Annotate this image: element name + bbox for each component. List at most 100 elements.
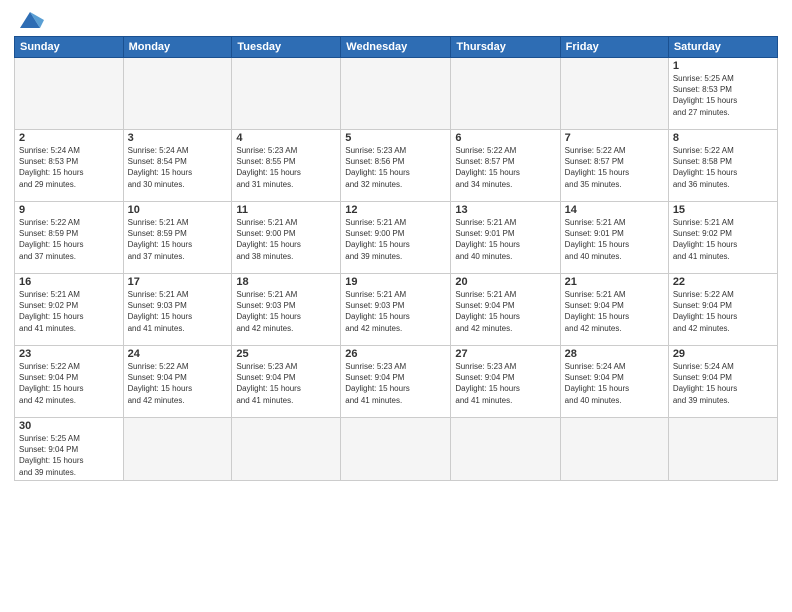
day-info: Sunrise: 5:23 AM Sunset: 8:56 PM Dayligh… (345, 145, 446, 190)
calendar-cell (451, 58, 560, 130)
header (14, 10, 778, 30)
day-info: Sunrise: 5:23 AM Sunset: 8:55 PM Dayligh… (236, 145, 336, 190)
calendar-cell: 10Sunrise: 5:21 AM Sunset: 8:59 PM Dayli… (123, 202, 232, 274)
calendar-page: SundayMondayTuesdayWednesdayThursdayFrid… (0, 0, 792, 612)
day-info: Sunrise: 5:25 AM Sunset: 8:53 PM Dayligh… (673, 73, 773, 118)
day-number: 1 (673, 60, 773, 72)
day-number: 27 (455, 348, 555, 360)
calendar-cell: 13Sunrise: 5:21 AM Sunset: 9:01 PM Dayli… (451, 202, 560, 274)
weekday-header-saturday: Saturday (668, 37, 777, 58)
day-info: Sunrise: 5:22 AM Sunset: 8:58 PM Dayligh… (673, 145, 773, 190)
calendar-cell (560, 58, 668, 130)
day-number: 7 (565, 132, 664, 144)
day-number: 2 (19, 132, 119, 144)
calendar-cell: 9Sunrise: 5:22 AM Sunset: 8:59 PM Daylig… (15, 202, 124, 274)
day-info: Sunrise: 5:21 AM Sunset: 9:03 PM Dayligh… (345, 289, 446, 334)
calendar-cell: 19Sunrise: 5:21 AM Sunset: 9:03 PM Dayli… (341, 274, 451, 346)
logo (14, 10, 44, 30)
day-number: 28 (565, 348, 664, 360)
weekday-header-wednesday: Wednesday (341, 37, 451, 58)
calendar-cell: 21Sunrise: 5:21 AM Sunset: 9:04 PM Dayli… (560, 274, 668, 346)
calendar-cell: 30Sunrise: 5:25 AM Sunset: 9:04 PM Dayli… (15, 418, 124, 481)
calendar-cell: 15Sunrise: 5:21 AM Sunset: 9:02 PM Dayli… (668, 202, 777, 274)
day-number: 15 (673, 204, 773, 216)
day-info: Sunrise: 5:24 AM Sunset: 9:04 PM Dayligh… (673, 361, 773, 406)
day-number: 30 (19, 420, 119, 432)
calendar-cell: 8Sunrise: 5:22 AM Sunset: 8:58 PM Daylig… (668, 130, 777, 202)
day-info: Sunrise: 5:21 AM Sunset: 9:03 PM Dayligh… (236, 289, 336, 334)
calendar-cell (451, 418, 560, 481)
day-number: 29 (673, 348, 773, 360)
calendar-cell (232, 418, 341, 481)
day-info: Sunrise: 5:22 AM Sunset: 8:57 PM Dayligh… (565, 145, 664, 190)
day-info: Sunrise: 5:24 AM Sunset: 9:04 PM Dayligh… (565, 361, 664, 406)
calendar-cell: 11Sunrise: 5:21 AM Sunset: 9:00 PM Dayli… (232, 202, 341, 274)
calendar-cell: 2Sunrise: 5:24 AM Sunset: 8:53 PM Daylig… (15, 130, 124, 202)
calendar-cell: 6Sunrise: 5:22 AM Sunset: 8:57 PM Daylig… (451, 130, 560, 202)
day-info: Sunrise: 5:23 AM Sunset: 9:04 PM Dayligh… (455, 361, 555, 406)
calendar-cell (15, 58, 124, 130)
logo-icon (16, 10, 44, 30)
day-info: Sunrise: 5:22 AM Sunset: 8:59 PM Dayligh… (19, 217, 119, 262)
day-info: Sunrise: 5:21 AM Sunset: 9:03 PM Dayligh… (128, 289, 228, 334)
calendar-cell: 22Sunrise: 5:22 AM Sunset: 9:04 PM Dayli… (668, 274, 777, 346)
day-info: Sunrise: 5:25 AM Sunset: 9:04 PM Dayligh… (19, 433, 119, 478)
calendar-cell: 27Sunrise: 5:23 AM Sunset: 9:04 PM Dayli… (451, 346, 560, 418)
day-number: 24 (128, 348, 228, 360)
day-info: Sunrise: 5:21 AM Sunset: 9:00 PM Dayligh… (236, 217, 336, 262)
day-info: Sunrise: 5:21 AM Sunset: 9:04 PM Dayligh… (565, 289, 664, 334)
week-row-3: 9Sunrise: 5:22 AM Sunset: 8:59 PM Daylig… (15, 202, 778, 274)
weekday-header-thursday: Thursday (451, 37, 560, 58)
day-info: Sunrise: 5:21 AM Sunset: 9:01 PM Dayligh… (565, 217, 664, 262)
calendar-table: SundayMondayTuesdayWednesdayThursdayFrid… (14, 36, 778, 481)
calendar-cell: 1Sunrise: 5:25 AM Sunset: 8:53 PM Daylig… (668, 58, 777, 130)
day-info: Sunrise: 5:21 AM Sunset: 9:00 PM Dayligh… (345, 217, 446, 262)
day-number: 25 (236, 348, 336, 360)
calendar-cell: 16Sunrise: 5:21 AM Sunset: 9:02 PM Dayli… (15, 274, 124, 346)
day-info: Sunrise: 5:23 AM Sunset: 9:04 PM Dayligh… (345, 361, 446, 406)
calendar-cell: 26Sunrise: 5:23 AM Sunset: 9:04 PM Dayli… (341, 346, 451, 418)
day-number: 5 (345, 132, 446, 144)
calendar-cell: 25Sunrise: 5:23 AM Sunset: 9:04 PM Dayli… (232, 346, 341, 418)
calendar-cell: 29Sunrise: 5:24 AM Sunset: 9:04 PM Dayli… (668, 346, 777, 418)
weekday-header-sunday: Sunday (15, 37, 124, 58)
day-number: 13 (455, 204, 555, 216)
day-info: Sunrise: 5:22 AM Sunset: 8:57 PM Dayligh… (455, 145, 555, 190)
day-info: Sunrise: 5:21 AM Sunset: 9:02 PM Dayligh… (673, 217, 773, 262)
week-row-6: 30Sunrise: 5:25 AM Sunset: 9:04 PM Dayli… (15, 418, 778, 481)
calendar-cell (341, 58, 451, 130)
day-number: 18 (236, 276, 336, 288)
day-number: 19 (345, 276, 446, 288)
day-number: 22 (673, 276, 773, 288)
day-info: Sunrise: 5:21 AM Sunset: 9:04 PM Dayligh… (455, 289, 555, 334)
day-number: 3 (128, 132, 228, 144)
day-info: Sunrise: 5:21 AM Sunset: 9:01 PM Dayligh… (455, 217, 555, 262)
day-number: 23 (19, 348, 119, 360)
day-number: 20 (455, 276, 555, 288)
day-number: 6 (455, 132, 555, 144)
calendar-cell (123, 418, 232, 481)
weekday-row: SundayMondayTuesdayWednesdayThursdayFrid… (15, 37, 778, 58)
week-row-1: 1Sunrise: 5:25 AM Sunset: 8:53 PM Daylig… (15, 58, 778, 130)
calendar-cell: 20Sunrise: 5:21 AM Sunset: 9:04 PM Dayli… (451, 274, 560, 346)
calendar-cell: 23Sunrise: 5:22 AM Sunset: 9:04 PM Dayli… (15, 346, 124, 418)
week-row-5: 23 Sunrise: 5:22 AM Sunset: 9:04 PM Dayli… (15, 346, 778, 418)
week-row-4: 16Sunrise: 5:21 AM Sunset: 9:02 PM Dayli… (15, 274, 778, 346)
calendar-body: 1Sunrise: 5:25 AM Sunset: 8:53 PM Daylig… (15, 58, 778, 481)
day-number: 11 (236, 204, 336, 216)
day-number: 16 (19, 276, 119, 288)
day-number: 17 (128, 276, 228, 288)
calendar-cell: 5Sunrise: 5:23 AM Sunset: 8:56 PM Daylig… (341, 130, 451, 202)
day-number: 10 (128, 204, 228, 216)
calendar-cell: 17Sunrise: 5:21 AM Sunset: 9:03 PM Dayli… (123, 274, 232, 346)
day-info: Sunrise: 5:22 AM Sunset: 9:04 PM Dayligh… (673, 289, 773, 334)
day-number: 26 (345, 348, 446, 360)
calendar-cell: 3Sunrise: 5:24 AM Sunset: 8:54 PM Daylig… (123, 130, 232, 202)
day-info: Sunrise: 5:21 AM Sunset: 8:59 PM Dayligh… (128, 217, 228, 262)
day-info: Sunrise: 5:22 AM Sunset: 9:04 PM Dayligh… (128, 361, 228, 406)
day-number: 4 (236, 132, 336, 144)
calendar-cell: 4Sunrise: 5:23 AM Sunset: 8:55 PM Daylig… (232, 130, 341, 202)
day-info: Sunrise: 5:24 AM Sunset: 8:54 PM Dayligh… (128, 145, 228, 190)
day-info: Sunrise: 5:23 AM Sunset: 9:04 PM Dayligh… (236, 361, 336, 406)
day-number: 14 (565, 204, 664, 216)
